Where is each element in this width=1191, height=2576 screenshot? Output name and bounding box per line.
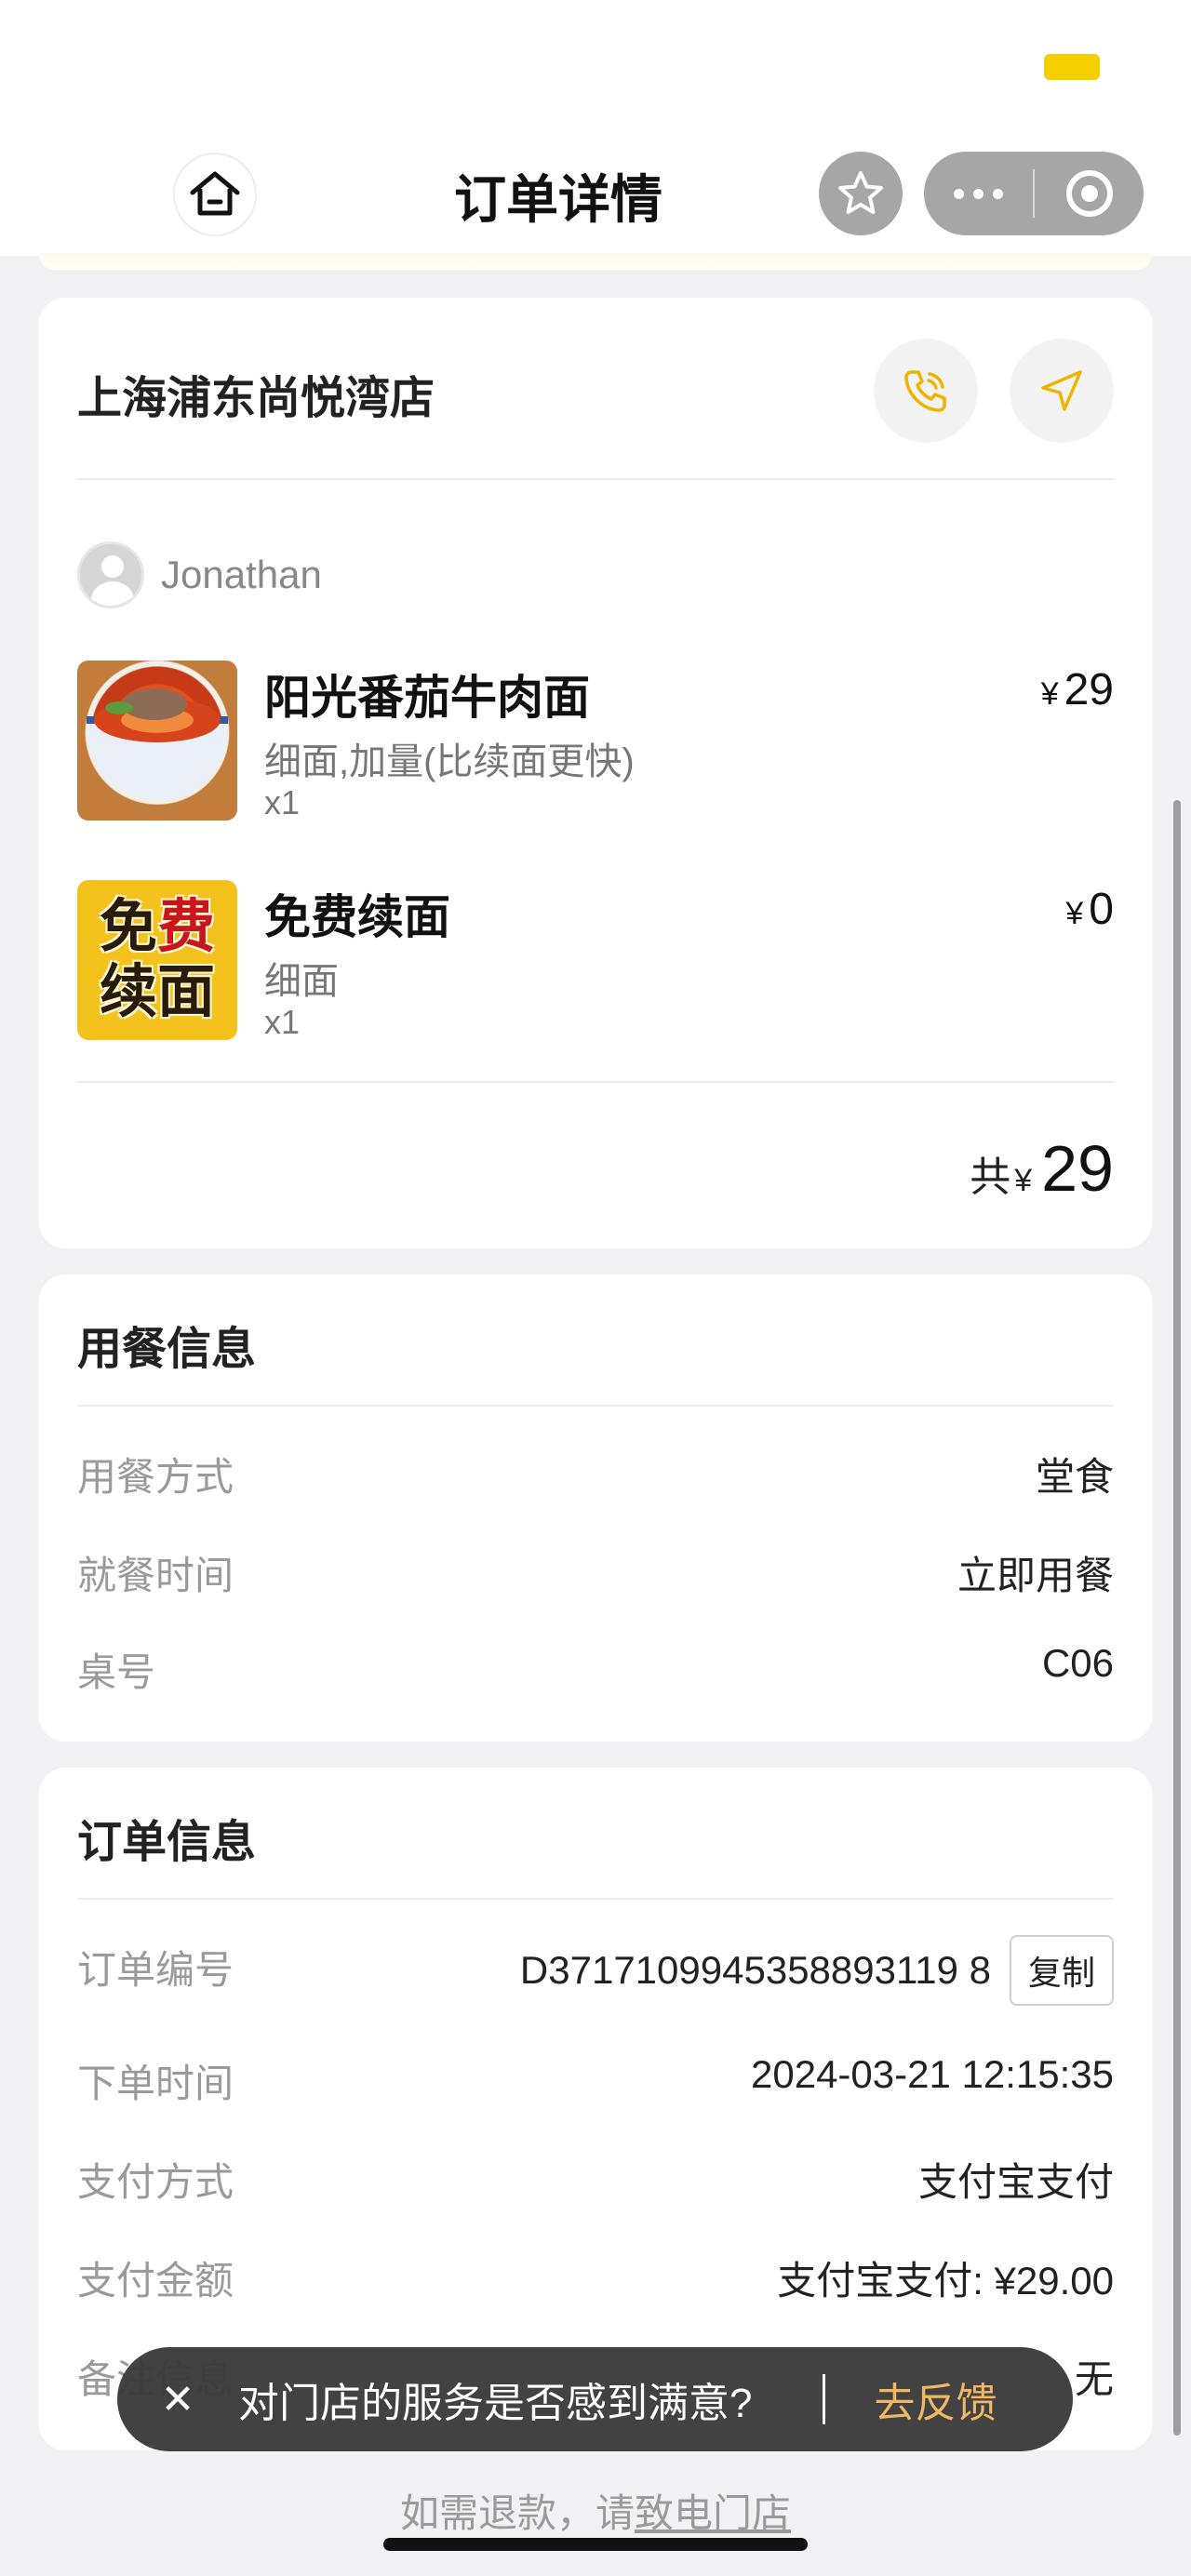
close-icon[interactable]: ✕: [117, 2376, 238, 2423]
notice-strip: [39, 253, 1152, 270]
app-header: 订单详情: [0, 0, 1191, 256]
store-name: 上海浦东尚悦湾店: [77, 374, 435, 423]
item-price: ¥29: [1040, 665, 1114, 714]
item-spec: 细面,加量(比续面更快): [264, 741, 635, 782]
item-price: ¥0: [1065, 885, 1114, 934]
call-store-link[interactable]: 致电门店: [635, 2491, 791, 2535]
info-row: 支付金额 支付宝支付: ¥29.00: [77, 2259, 1114, 2302]
order-item: 阳光番茄牛肉面 细面,加量(比续面更快) x1 ¥29: [77, 661, 1114, 821]
home-indicator: [383, 2538, 808, 2551]
mini-program-capsule: [924, 152, 1144, 235]
info-row: 下单时间 2024-03-21 12:15:35: [77, 2052, 1114, 2105]
item-name: 阳光番茄牛肉面: [264, 672, 590, 724]
status-indicator: [1044, 54, 1100, 80]
item-image: [77, 661, 237, 821]
navigate-button[interactable]: [1010, 339, 1114, 443]
divider: [77, 1898, 1114, 1900]
info-row: 订单编号 D3717109945358893119 8 复制: [77, 1935, 1114, 2013]
call-store-button[interactable]: [874, 339, 978, 443]
more-icon: [954, 188, 1003, 199]
toast-divider: [823, 2374, 826, 2424]
divider: [77, 478, 1114, 480]
order-item: 免费 续面 免费续面 细面 x1 ¥0: [77, 880, 1114, 1041]
info-row: 支付方式 支付宝支付: [77, 2160, 1114, 2204]
feedback-button[interactable]: 去反馈: [874, 2369, 997, 2429]
more-button[interactable]: [924, 152, 1033, 235]
item-name: 免费续面: [264, 891, 450, 943]
toast-message: 对门店的服务是否感到满意?: [238, 2381, 753, 2426]
favorite-button[interactable]: [819, 152, 903, 235]
close-miniprogram-button[interactable]: [1035, 152, 1144, 235]
refund-note: 如需退款，请致电门店: [399, 2491, 792, 2535]
order-total: 共 ¥ 29: [970, 1132, 1114, 1205]
section-title: 订单信息: [77, 1818, 257, 1867]
phone-icon: [904, 370, 946, 412]
scrollbar[interactable]: [1173, 800, 1181, 2436]
item-qty: x1: [264, 783, 301, 821]
item-image: 免费 续面: [77, 880, 237, 1040]
info-row: 用餐方式 堂食: [77, 1455, 1114, 1499]
item-spec: 细面: [264, 961, 339, 1002]
info-row: 桌号 C06: [77, 1641, 1114, 1694]
info-row: 就餐时间 立即用餐: [77, 1554, 1114, 1597]
avatar: [77, 541, 144, 608]
customer-name: Jonathan: [161, 553, 322, 596]
store-order-card: 上海浦东尚悦湾店 Jonathan 阳光番茄牛肉面 细面,加量(比续面更快) x…: [39, 298, 1152, 1248]
divider: [77, 1081, 1114, 1083]
divider: [77, 1405, 1114, 1407]
star-icon: [838, 171, 883, 214]
feedback-toast: ✕ 对门店的服务是否感到满意? 去反馈: [117, 2347, 1073, 2451]
customer-row: Jonathan: [77, 541, 322, 608]
item-qty: x1: [264, 1003, 301, 1041]
order-number: D3717109945358893119 8: [519, 1948, 991, 1992]
dining-info-card: 用餐信息 用餐方式 堂食 就餐时间 立即用餐 桌号 C06: [39, 1275, 1152, 1742]
section-title: 用餐信息: [77, 1325, 257, 1374]
target-icon: [1065, 170, 1113, 217]
navigation-icon: [1041, 370, 1082, 411]
copy-button[interactable]: 复制: [1009, 1935, 1114, 2006]
